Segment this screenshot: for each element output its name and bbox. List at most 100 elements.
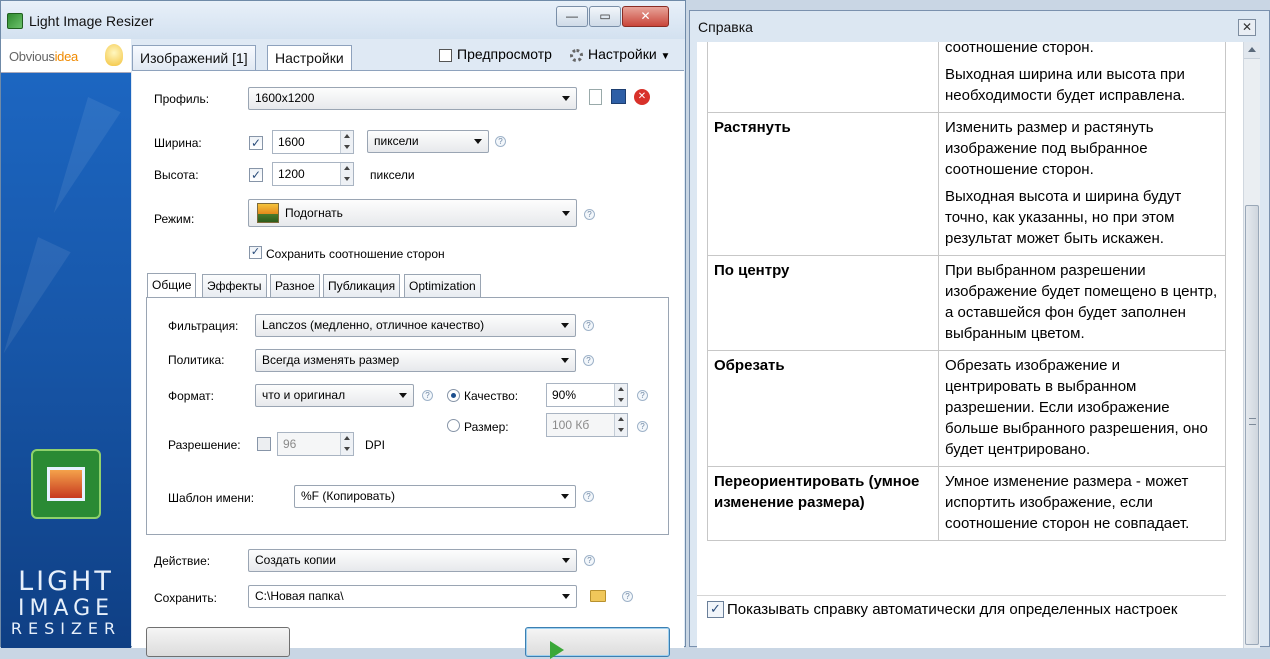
dpi-label: DPI	[365, 438, 386, 452]
chevron-down-icon	[562, 96, 570, 101]
tab-publishing[interactable]: Публикация	[323, 274, 401, 297]
filter-select[interactable]: Lanczos (медленно, отличное качество)	[255, 314, 576, 337]
spin-up-icon[interactable]	[340, 131, 353, 142]
help-icon[interactable]: ?	[584, 555, 595, 566]
help-icon[interactable]: ?	[584, 209, 595, 220]
mode-select[interactable]: Подогнать	[248, 199, 577, 227]
name-template-value: %F (Копировать)	[301, 489, 395, 503]
help-window: Справка ✕ соотношение сторон. Выходная ши…	[689, 10, 1270, 648]
height-value: 1200	[278, 167, 305, 181]
profile-select[interactable]: 1600x1200	[248, 87, 577, 110]
profile-label: Профиль:	[154, 92, 210, 106]
chevron-down-icon	[561, 358, 569, 363]
spin-up-icon[interactable]	[340, 433, 353, 444]
resolution-input[interactable]: 96	[277, 432, 354, 456]
help-paragraph: Изменить размер и растянуть изображение …	[945, 119, 1154, 178]
save-path-input[interactable]: C:\Новая папка\	[248, 585, 577, 608]
help-icon[interactable]: ?	[637, 390, 648, 401]
quality-input[interactable]: 90%	[546, 383, 628, 407]
gear-icon[interactable]	[570, 49, 583, 62]
spin-up-icon[interactable]	[614, 384, 627, 395]
tab-general[interactable]: Общие	[147, 273, 197, 297]
help-paragraph: Выходная ширина или высота при необходим…	[945, 66, 1186, 104]
main-window: Light Image Resizer — ▭ ✕ Obviousidea LI…	[0, 0, 686, 659]
help-icon[interactable]: ?	[637, 421, 648, 432]
height-units-label: пиксели	[370, 168, 415, 182]
folder-icon[interactable]	[590, 590, 606, 602]
help-description: Изменить размер и растянуть изображение …	[938, 112, 1226, 256]
tab-effects[interactable]: Эффекты	[202, 274, 267, 297]
profile-value: 1600x1200	[255, 91, 315, 105]
name-template-label: Шаблон имени:	[168, 491, 255, 505]
close-button[interactable]: ✕	[622, 6, 669, 27]
policy-select[interactable]: Всегда изменять размер	[255, 349, 576, 372]
help-table-row: Растянуть Изменить размер и растянуть изо…	[707, 112, 1226, 256]
quality-label: Качество:	[464, 389, 519, 403]
help-icon[interactable]: ?	[583, 320, 594, 331]
grip-icon	[1249, 418, 1256, 425]
settings-menu-label: Настройки	[588, 46, 657, 62]
new-profile-icon[interactable]	[589, 89, 602, 105]
quality-radio[interactable]	[447, 389, 460, 402]
size-radio[interactable]	[447, 419, 460, 432]
spin-down-icon[interactable]	[340, 444, 353, 455]
chevron-down-icon	[399, 393, 407, 398]
scroll-up-icon[interactable]	[1244, 42, 1260, 59]
process-button[interactable]	[525, 627, 670, 659]
resolution-checkbox[interactable]	[257, 437, 271, 451]
back-button[interactable]	[146, 627, 290, 657]
chevron-down-icon	[562, 594, 570, 599]
picture-icon	[47, 467, 85, 501]
spin-down-icon[interactable]	[614, 395, 627, 406]
save-profile-icon[interactable]	[611, 89, 626, 104]
help-icon[interactable]: ?	[583, 355, 594, 366]
action-select[interactable]: Создать копии	[248, 549, 577, 572]
sunflower-icon	[257, 203, 279, 223]
spin-up-icon[interactable]	[340, 163, 353, 174]
width-checkbox[interactable]: ✓	[249, 136, 263, 150]
help-icon[interactable]: ?	[622, 591, 633, 602]
help-paragraph: Умное изменение размера - может испортит…	[945, 473, 1190, 532]
title-bar: Light Image Resizer — ▭ ✕	[1, 1, 685, 39]
help-divider	[697, 595, 1226, 596]
spin-down-icon[interactable]	[340, 174, 353, 185]
preview-icon[interactable]	[439, 49, 452, 62]
name-template-input[interactable]: %F (Копировать)	[294, 485, 576, 508]
tab-settings[interactable]: Настройки	[267, 45, 352, 71]
tab-images[interactable]: Изображений [1]	[132, 45, 256, 70]
obviousidea-logo[interactable]: Obviousidea	[1, 39, 131, 73]
app-icon	[7, 13, 23, 29]
spin-down-icon[interactable]	[340, 142, 353, 153]
spin-down-icon[interactable]	[614, 425, 627, 436]
format-select[interactable]: что и оригинал	[255, 384, 414, 407]
minimize-button[interactable]: —	[556, 6, 588, 27]
width-label: Ширина:	[154, 136, 202, 150]
help-icon[interactable]: ?	[583, 491, 594, 502]
settings-menu[interactable]: Настройки ▼	[588, 46, 670, 62]
help-close-button[interactable]: ✕	[1238, 19, 1256, 36]
help-description: соотношение сторон. Выходная ширина или в…	[938, 42, 1226, 113]
preview-link[interactable]: Предпросмотр	[457, 46, 552, 62]
lightning-decoration	[1, 237, 71, 361]
play-icon	[550, 641, 564, 659]
help-icon[interactable]: ?	[422, 390, 433, 401]
tab-misc[interactable]: Разное	[270, 274, 320, 297]
scroll-thumb[interactable]	[1245, 205, 1259, 645]
spin-up-icon[interactable]	[614, 414, 627, 425]
help-table: соотношение сторон. Выходная ширина или в…	[707, 42, 1226, 541]
format-label: Формат:	[168, 389, 214, 403]
maximize-button[interactable]: ▭	[589, 6, 621, 27]
help-icon[interactable]: ?	[495, 136, 506, 147]
delete-profile-icon[interactable]: ✕	[634, 89, 650, 105]
help-scrollbar[interactable]	[1243, 42, 1260, 648]
format-value: что и оригинал	[262, 388, 346, 402]
tab-optimization[interactable]: Optimization	[404, 274, 481, 297]
width-input[interactable]: 1600	[272, 130, 354, 154]
units-select[interactable]: пиксели	[367, 130, 489, 153]
height-checkbox[interactable]: ✓	[249, 168, 263, 182]
keep-ratio-checkbox[interactable]: ✓	[249, 246, 262, 259]
chevron-down-icon: ▼	[660, 51, 671, 62]
help-paragraph: соотношение сторон.	[945, 42, 1094, 56]
height-input[interactable]: 1200	[272, 162, 354, 186]
size-input[interactable]: 100 Кб	[546, 413, 628, 437]
